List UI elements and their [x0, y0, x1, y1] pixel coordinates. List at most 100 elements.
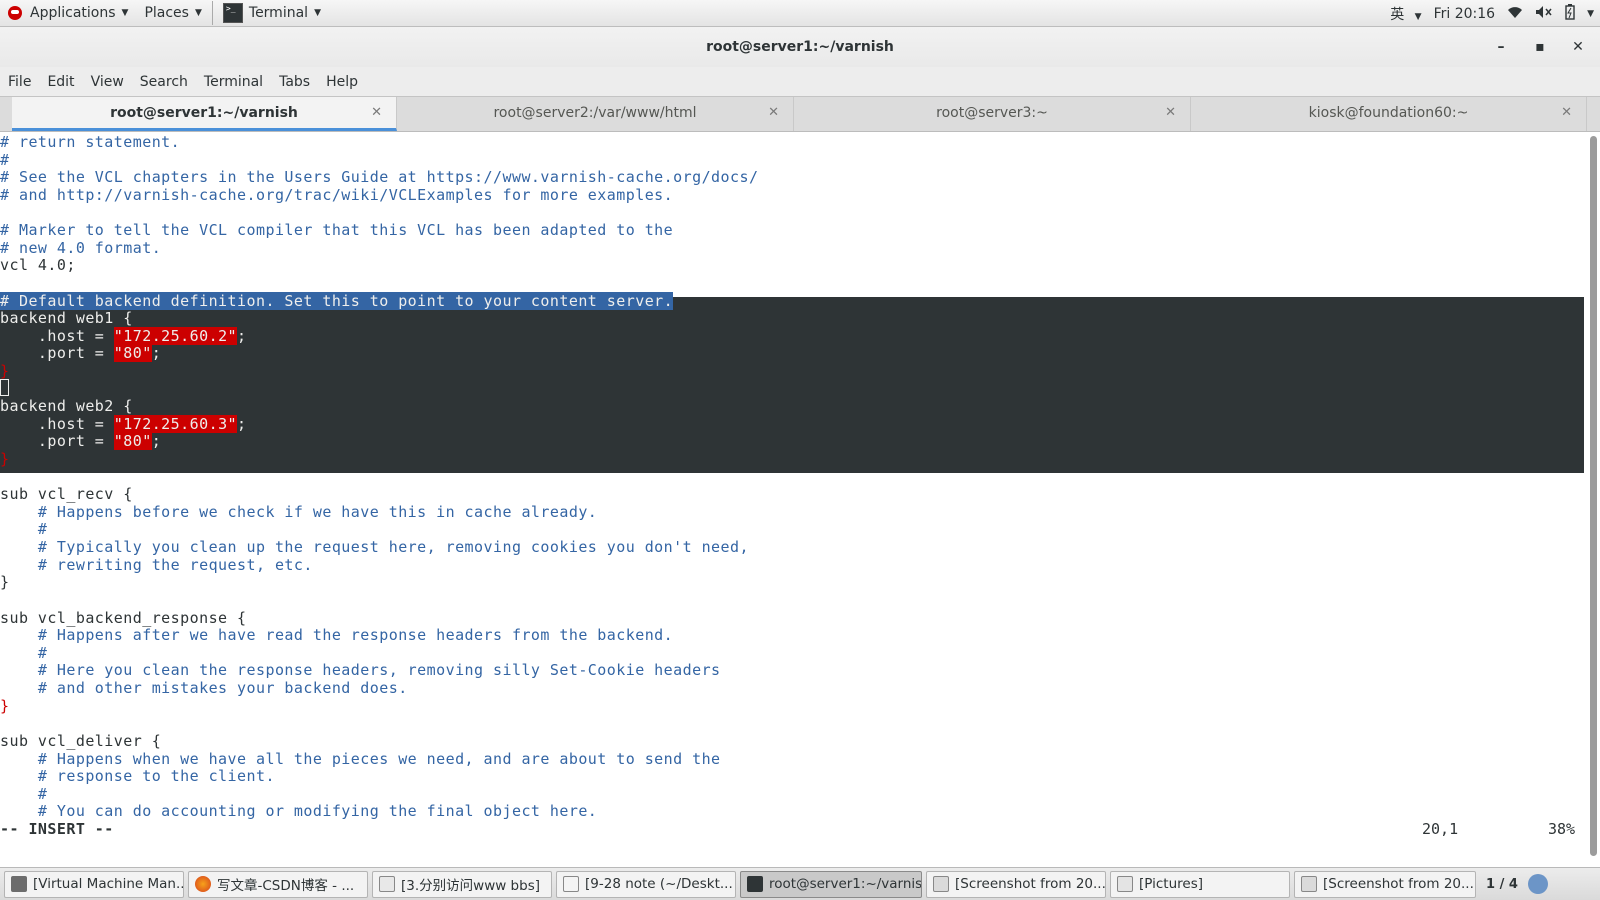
- terminal-app-menu[interactable]: >_ Terminal ▼: [215, 0, 329, 27]
- applications-label: Applications: [30, 5, 116, 21]
- input-method-label: 英: [1390, 6, 1405, 23]
- task-firefox-csdn[interactable]: 写文章-CSDN博客 - ...: [188, 870, 368, 898]
- panel-separator: [211, 1, 213, 25]
- code-line: .host = "172.25.60.2";: [0, 327, 247, 345]
- tab-server3[interactable]: root@server3:~ ✕: [794, 97, 1191, 131]
- screenshot-icon: [1301, 876, 1317, 892]
- scroll-percent: 38%: [1548, 820, 1576, 838]
- terminal-icon: >_: [222, 3, 243, 23]
- tab-server2[interactable]: root@server2:/var/www/html ✕: [397, 97, 794, 131]
- vm-manager-icon: [11, 876, 27, 892]
- task-label: 写文章-CSDN博客 - ...: [217, 878, 355, 894]
- minimize-button[interactable]: –: [1486, 27, 1516, 67]
- menu-view[interactable]: View: [83, 74, 132, 90]
- battery-icon[interactable]: [1565, 3, 1575, 24]
- scrollbar-thumb[interactable]: [1590, 136, 1597, 856]
- visual-selection-block: [0, 297, 1584, 473]
- task-pictures-folder[interactable]: [Pictures]: [1110, 870, 1290, 898]
- task-screenshot[interactable]: [Screenshot from 20...: [926, 870, 1106, 898]
- chevron-down-icon: ▼: [1414, 11, 1422, 22]
- menu-terminal[interactable]: Terminal: [196, 74, 271, 90]
- menu-tabs[interactable]: Tabs: [271, 74, 318, 90]
- menu-file[interactable]: File: [0, 74, 39, 90]
- code-line-selected: # Default backend definition. Set this t…: [0, 292, 674, 310]
- semicolon: ;: [237, 327, 247, 345]
- task-label: [3.分别访问www bbs]: [401, 878, 541, 894]
- close-icon[interactable]: ✕: [1165, 97, 1176, 129]
- tab-foundation60[interactable]: kiosk@foundation60:~ ✕: [1191, 97, 1587, 131]
- semicolon: ;: [237, 415, 247, 433]
- taskbar: [Virtual Machine Man... 写文章-CSDN博客 - ...…: [0, 867, 1600, 900]
- code-line: #: [0, 520, 48, 538]
- code-line: #: [0, 151, 10, 169]
- code-line: sub vcl_deliver {: [0, 732, 162, 750]
- notification-icon[interactable]: [1527, 874, 1548, 894]
- close-icon[interactable]: ✕: [371, 97, 382, 129]
- menu-search[interactable]: Search: [132, 74, 196, 90]
- chevron-down-icon: ▼: [314, 8, 321, 18]
- code-line: # Happens after we have read the respons…: [0, 626, 674, 644]
- task-screenshot-2[interactable]: [Screenshot from 20...: [1294, 870, 1476, 898]
- maximize-button[interactable]: ▪: [1525, 27, 1555, 67]
- code-line: # rewriting the request, etc.: [0, 556, 313, 574]
- code-line: # new 4.0 format.: [0, 239, 162, 257]
- code-line: # You can do accounting or modifying the…: [0, 802, 598, 820]
- code-line: # See the VCL chapters in the Users Guid…: [0, 168, 759, 186]
- task-label: [Pictures]: [1139, 876, 1203, 892]
- task-label: root@server1:~/varnish: [769, 876, 922, 892]
- task-image-viewer[interactable]: [3.分别访问www bbs]: [372, 870, 552, 898]
- code-line: # and other mistakes your backend does.: [0, 679, 408, 697]
- tab-server1[interactable]: root@server1:~/varnish ✕: [12, 97, 397, 131]
- terminal-icon: [747, 876, 763, 892]
- code-line: # and http://varnish-cache.org/trac/wiki…: [0, 186, 674, 204]
- code-line: #: [0, 644, 48, 662]
- task-text-editor[interactable]: [9-28 note (~/Deskt...: [556, 870, 736, 898]
- code-line: }: [0, 362, 10, 380]
- task-label: [Screenshot from 20...: [1323, 876, 1474, 892]
- code-line: }: [0, 573, 10, 591]
- semicolon: ;: [151, 432, 162, 450]
- firefox-icon: [195, 876, 211, 892]
- input-method-indicator[interactable]: 英 ▼: [1384, 4, 1421, 24]
- task-label: [Virtual Machine Man...: [33, 876, 184, 892]
- menu-edit[interactable]: Edit: [39, 74, 82, 90]
- window-title: root@server1:~/varnish: [706, 39, 894, 55]
- close-icon[interactable]: ✕: [768, 97, 779, 129]
- places-menu[interactable]: Places ▼: [136, 0, 209, 27]
- code-line: .port = "80";: [0, 432, 161, 450]
- code-text: .host =: [0, 327, 114, 345]
- workspace-indicator[interactable]: 1 / 4: [1486, 877, 1518, 892]
- menu-help[interactable]: Help: [318, 74, 366, 90]
- semicolon: ;: [151, 344, 162, 362]
- selected-comment: # Default backend definition. Set this t…: [0, 292, 674, 310]
- code-line: #: [0, 785, 48, 803]
- code-line: .host = "172.25.60.3";: [0, 415, 247, 433]
- task-virtual-machine-manager[interactable]: [Virtual Machine Man...: [4, 870, 184, 898]
- code-line: # Typically you clean up the request her…: [0, 538, 749, 556]
- window-titlebar[interactable]: root@server1:~/varnish – ▪ ✕: [0, 27, 1600, 67]
- code-text: .host =: [0, 415, 114, 433]
- task-terminal[interactable]: root@server1:~/varnish: [740, 870, 922, 898]
- tab-label: root@server3:~: [936, 105, 1048, 121]
- volume-icon[interactable]: [1535, 5, 1553, 23]
- chevron-down-icon: ▼: [121, 8, 129, 18]
- code-line: .port = "80";: [0, 344, 161, 362]
- terminal-scrollbar[interactable]: [1586, 132, 1600, 864]
- code-line: vcl 4.0;: [0, 256, 76, 274]
- clock[interactable]: Fri 20:16: [1434, 6, 1495, 22]
- fedora-icon: [8, 6, 22, 20]
- top-panel: Applications ▼ Places ▼ >_ Terminal ▼ 英 …: [0, 0, 1600, 27]
- places-label: Places: [144, 5, 189, 21]
- task-label: [Screenshot from 20...: [955, 876, 1106, 892]
- applications-menu[interactable]: Applications ▼: [0, 0, 136, 27]
- code-line: # Here you clean the response headers, r…: [0, 661, 721, 679]
- panel-status-area: 英 ▼ Fri 20:16 ▼: [1378, 0, 1600, 27]
- close-icon[interactable]: ✕: [1561, 97, 1572, 129]
- code-line: }: [0, 697, 10, 715]
- terminal-view[interactable]: # return statement. # # See the VCL chap…: [0, 132, 1584, 864]
- vim-mode-indicator: -- INSERT --: [0, 820, 114, 838]
- code-line: # Happens when we have all the pieces we…: [0, 750, 721, 768]
- close-button[interactable]: ✕: [1563, 27, 1593, 67]
- wifi-icon[interactable]: [1507, 5, 1523, 23]
- power-menu-icon[interactable]: ▼: [1587, 9, 1594, 19]
